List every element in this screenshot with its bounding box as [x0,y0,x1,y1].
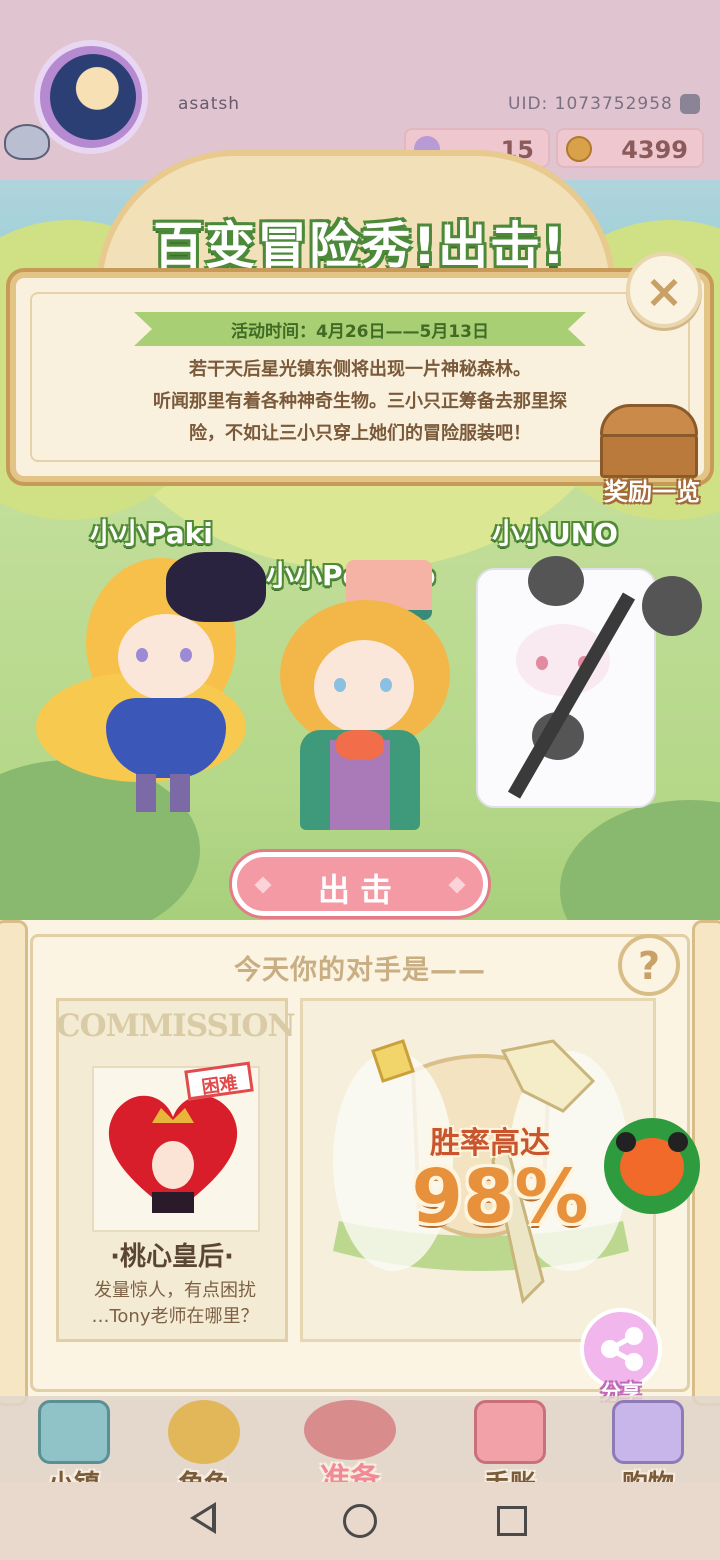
character-name-uno: 小小UNO [492,517,618,550]
uid-label: UID: 1073752958 [508,94,673,114]
opponent-section-title: 今天你的对手是—— [234,955,486,986]
poster-title: COMMISSION [56,1008,296,1044]
event-date: 活动时间：4月26日——5月13日 [231,322,489,342]
home-icon[interactable] [343,1504,377,1538]
journal-icon [474,1400,546,1464]
opponent-description: 发量惊人，有点困扰 …Tony老师在哪里？ [70,1278,280,1330]
shopping-bag-icon [612,1400,684,1464]
close-icon: × [644,264,684,318]
treasure-chest-icon[interactable] [600,404,698,478]
desc-line: 若干天后星光镇东侧将出现一片神秘森林。 [189,359,531,380]
desc-line: 发量惊人，有点困扰 [94,1280,256,1301]
floating-emoji-button[interactable] [604,1118,700,1214]
coin-icon [566,136,592,162]
desc-line: 险，不如让三小只穿上她们的冒险服装吧！ [189,423,531,444]
character-paki[interactable] [36,552,266,822]
username: asatsh [178,94,240,114]
question-icon: ? [637,944,661,988]
character-icon [168,1400,240,1464]
attack-button[interactable]: 出击 [232,852,488,916]
recent-apps-icon[interactable] [497,1506,527,1536]
rewards-button[interactable]: 奖励一览 [590,472,714,507]
bow-icon [166,552,266,622]
desc-line: …Tony老师在哪里？ [91,1306,259,1327]
user-avatar[interactable] [34,40,148,154]
scroll-edge-left [0,920,28,1406]
character-name-paki: 小小Paki [90,517,213,550]
character-peacoo[interactable] [260,560,460,850]
pet-cat-icon [4,124,50,160]
copy-icon[interactable] [680,94,700,114]
coin-value: 4399 [621,136,688,164]
character-uno[interactable] [472,556,702,836]
attack-label: 出击 [317,871,402,909]
bowtie-icon [336,730,384,760]
desc-line: 听闻那里有着各种神奇生物。三小只正筹备去那里探 [153,391,567,412]
win-rate-value: 98% [411,1154,589,1240]
share-icon [601,1327,643,1371]
coin-counter: 4399 [556,128,704,168]
opponent-name: ·桃心皇后· [110,1242,234,1272]
club-icon [528,556,584,606]
avatar-portrait [50,54,136,140]
map-icon [38,1400,110,1464]
event-title: 百变冒险秀!出击! [153,217,567,275]
heart-queen-icon [108,1095,238,1213]
event-description: 若干天后星光镇东侧将出现一片神秘森林。 听闻那里有着各种神奇生物。三小只正筹备去… [90,354,630,450]
help-button[interactable]: ? [618,934,680,996]
close-button[interactable]: × [626,252,702,328]
wardrobe-icon [304,1400,396,1460]
